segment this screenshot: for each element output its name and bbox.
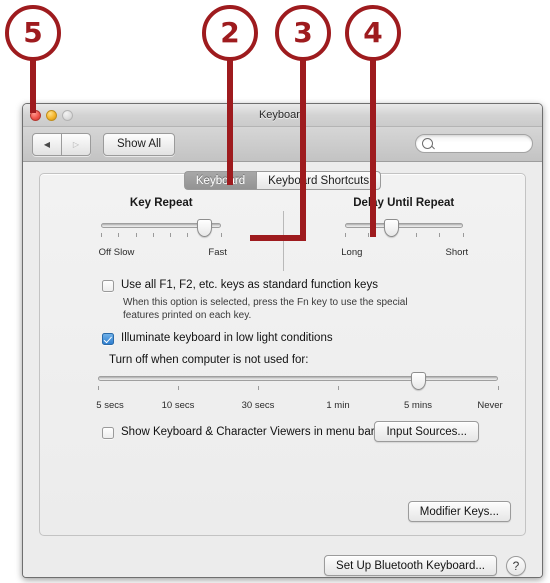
delay-until-repeat-slider[interactable] bbox=[344, 219, 464, 244]
backlight-tick-5secs: 5 secs bbox=[96, 400, 124, 411]
callout-line-3-elbow bbox=[250, 235, 306, 241]
callout-line-3 bbox=[300, 55, 306, 241]
delay-labels: Long Short bbox=[341, 247, 468, 261]
window-title: Keyboard bbox=[258, 109, 307, 121]
key-repeat-title: Key Repeat bbox=[129, 197, 193, 209]
delay-ticks bbox=[344, 233, 464, 239]
viewers-label: Show Keyboard & Character Viewers in men… bbox=[121, 426, 375, 438]
backlight-timeout-label: Turn off when computer is not used for: bbox=[109, 354, 309, 366]
viewers-checkbox[interactable] bbox=[102, 427, 114, 439]
illuminate-checkbox-row[interactable]: Illuminate keyboard in low light conditi… bbox=[102, 332, 333, 345]
preferences-toolbar: ◀ ▷ Show All bbox=[23, 127, 542, 162]
tab-keyboard-shortcuts[interactable]: Keyboard Shortcuts bbox=[256, 171, 382, 190]
delay-label-short: Short bbox=[445, 247, 469, 258]
delay-until-repeat-title: Delay Until Repeat bbox=[353, 197, 455, 209]
backlight-tick-30secs: 30 secs bbox=[241, 400, 275, 411]
viewers-checkbox-row[interactable]: Show Keyboard & Character Viewers in men… bbox=[102, 426, 375, 439]
callout-badge-3: 3 bbox=[275, 5, 331, 61]
help-icon[interactable]: ? bbox=[506, 555, 526, 576]
zoom-button bbox=[62, 110, 73, 121]
key-repeat-label-off: Off bbox=[98, 247, 112, 258]
repeat-sliders-row: Key Repeat Off Slow Fast Delay Until Rep… bbox=[40, 197, 526, 271]
callout-line-4 bbox=[370, 55, 376, 237]
fkeys-checkbox[interactable] bbox=[102, 280, 114, 292]
delay-track[interactable] bbox=[344, 223, 463, 228]
backlight-ticks bbox=[98, 386, 499, 392]
nav-segmented-control: ◀ ▷ bbox=[32, 132, 91, 156]
search-field[interactable] bbox=[415, 134, 533, 153]
backlight-tick-labels: 5 secs 10 secs 30 secs 1 min 5 mins Neve… bbox=[96, 400, 502, 414]
show-all-button[interactable]: Show All bbox=[103, 132, 176, 156]
callout-line-2 bbox=[227, 55, 233, 185]
callout-badge-4: 4 bbox=[345, 5, 401, 61]
minimize-button[interactable] bbox=[46, 110, 57, 121]
callout-number: 3 bbox=[293, 16, 313, 49]
key-repeat-group: Key Repeat Off Slow Fast bbox=[40, 197, 283, 261]
delay-until-repeat-group: Delay Until Repeat Long Short bbox=[283, 197, 526, 261]
forward-button: ▷ bbox=[61, 133, 90, 155]
search-input[interactable] bbox=[437, 136, 529, 151]
callout-number: 2 bbox=[220, 16, 240, 49]
key-repeat-label-fast: Fast bbox=[208, 247, 227, 258]
fkeys-label: Use all F1, F2, etc. keys as standard fu… bbox=[121, 279, 378, 291]
key-repeat-slider[interactable] bbox=[101, 219, 223, 244]
key-repeat-labels: Off Slow Fast bbox=[98, 247, 227, 261]
window-footer: Set Up Bluetooth Keyboard... ? bbox=[39, 555, 526, 576]
search-icon bbox=[422, 138, 433, 149]
tab-keyboard[interactable]: Keyboard bbox=[183, 171, 257, 190]
preferences-pane: Keyboard Keyboard Shortcuts Key Repeat O… bbox=[23, 162, 542, 577]
fkeys-checkbox-row[interactable]: Use all F1, F2, etc. keys as standard fu… bbox=[102, 279, 378, 292]
callout-badge-5: 5 bbox=[5, 5, 61, 61]
window-controls bbox=[30, 110, 73, 121]
setup-bluetooth-keyboard-button[interactable]: Set Up Bluetooth Keyboard... bbox=[324, 555, 497, 576]
backlight-tick-5mins: 5 mins bbox=[404, 400, 432, 411]
backlight-track[interactable] bbox=[98, 376, 498, 381]
illuminate-checkbox[interactable] bbox=[102, 333, 114, 345]
callout-line-5 bbox=[30, 55, 36, 113]
tab-bar: Keyboard Keyboard Shortcuts bbox=[23, 171, 542, 191]
keyboard-settings-panel: Key Repeat Off Slow Fast Delay Until Rep… bbox=[39, 173, 526, 536]
backlight-thumb[interactable] bbox=[410, 372, 426, 390]
backlight-timeout-slider[interactable]: 5 secs 10 secs 30 secs 1 min 5 mins Neve… bbox=[96, 372, 503, 411]
callout-number: 5 bbox=[23, 16, 43, 49]
slider-divider bbox=[282, 211, 284, 271]
fkeys-help-text: When this option is selected, press the … bbox=[123, 297, 408, 321]
illuminate-label: Illuminate keyboard in low light conditi… bbox=[121, 332, 333, 344]
backlight-tick-1min: 1 min bbox=[326, 400, 350, 411]
input-sources-button[interactable]: Input Sources... bbox=[374, 421, 479, 442]
window-titlebar: Keyboard bbox=[23, 104, 542, 127]
key-repeat-thumb[interactable] bbox=[196, 219, 212, 237]
backlight-tick-never: Never bbox=[477, 400, 503, 411]
key-repeat-label-slow: Slow bbox=[113, 247, 135, 258]
keyboard-preferences-window: Keyboard ◀ ▷ Show All Keyboard Keyboard … bbox=[22, 103, 543, 578]
modifier-keys-button[interactable]: Modifier Keys... bbox=[407, 501, 511, 522]
callout-number: 4 bbox=[363, 16, 383, 49]
delay-label-long: Long bbox=[341, 247, 363, 258]
back-button[interactable]: ◀ bbox=[33, 134, 61, 155]
backlight-tick-10secs: 10 secs bbox=[161, 400, 195, 411]
callout-badge-2: 2 bbox=[202, 5, 258, 61]
